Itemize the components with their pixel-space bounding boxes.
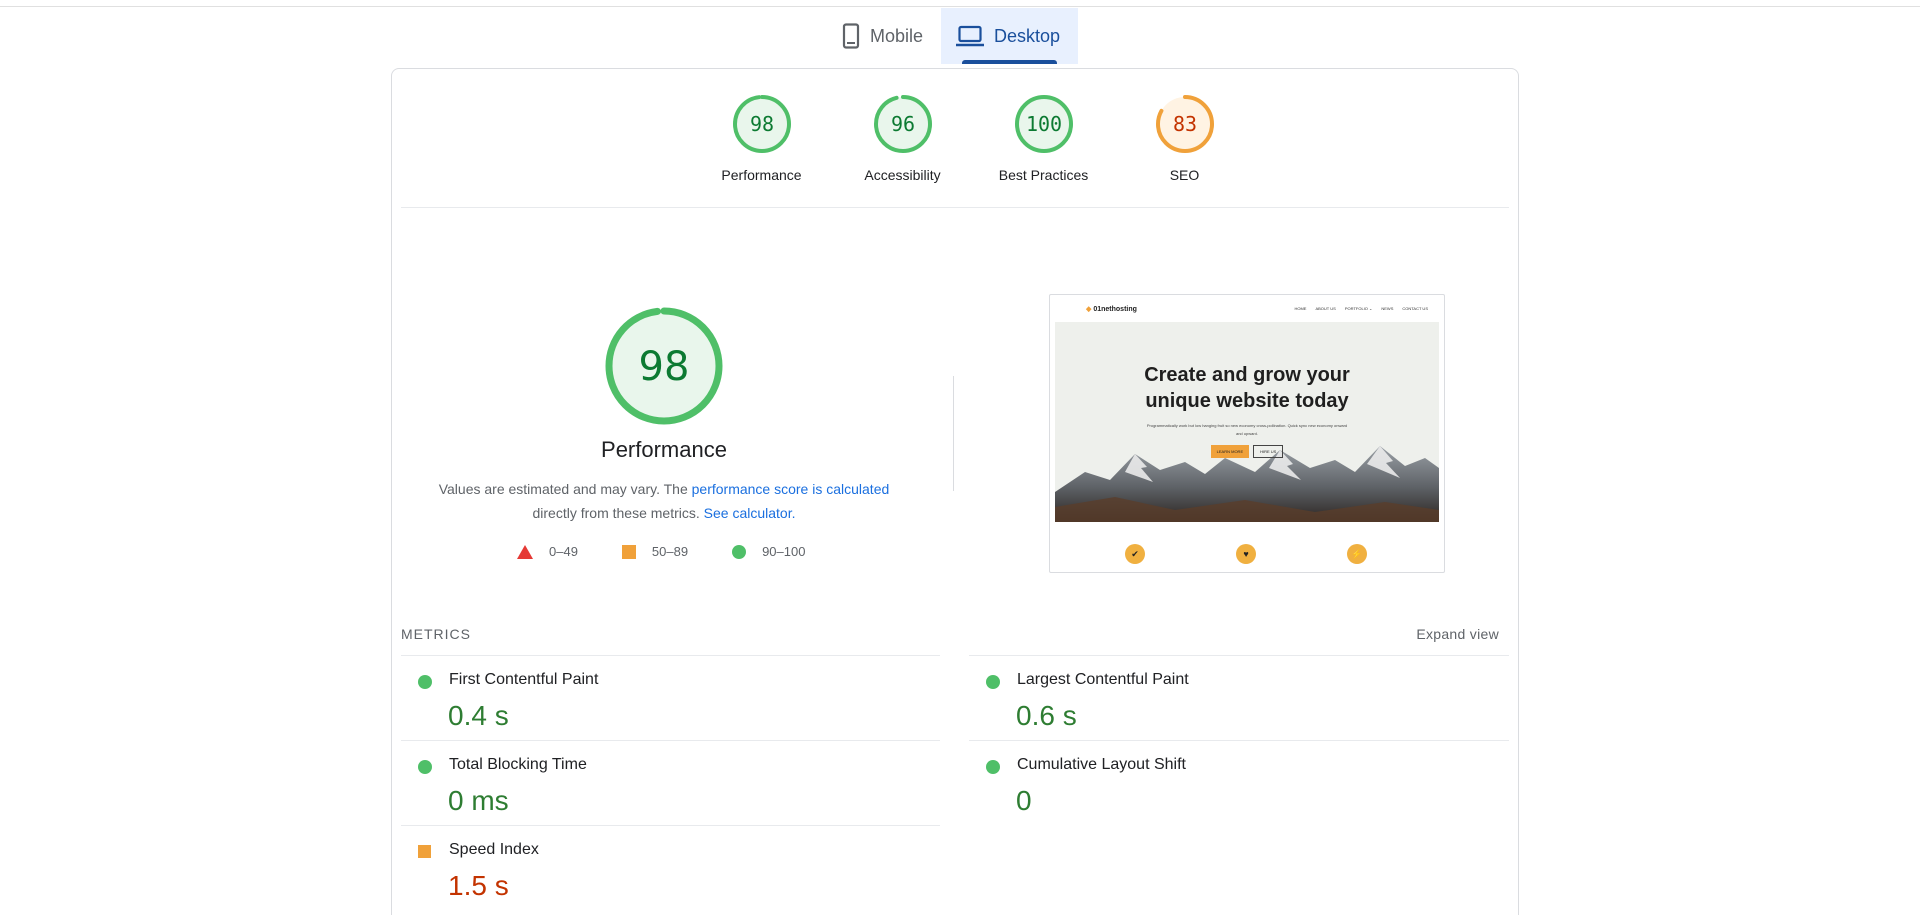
pass-dot-icon xyxy=(418,675,432,689)
thumb-logo: ◆ 01nethosting xyxy=(1086,306,1137,313)
gauge-best-practices[interactable]: 100 Best Practices xyxy=(973,94,1114,183)
gauge-seo[interactable]: 83 SEO xyxy=(1114,94,1255,183)
performance-gauge-large: 98 xyxy=(603,305,725,432)
device-tabs: Mobile Desktop xyxy=(827,8,1079,64)
circle-icon xyxy=(732,544,747,559)
gauge-label: Performance xyxy=(721,167,802,183)
heart-icon: ♥ xyxy=(1236,544,1256,564)
legend-range: 0–49 xyxy=(549,544,578,559)
metric-label: Largest Contentful Paint xyxy=(1017,671,1189,688)
performance-title: Performance xyxy=(601,437,727,462)
tab-desktop[interactable]: Desktop xyxy=(941,8,1079,64)
pass-dot-icon xyxy=(986,760,1000,774)
thumb-subtext: Programmatically work but low hanging fr… xyxy=(1146,423,1348,436)
thumb-navbar: ◆ 01nethosting HOME ABOUT US PORTFOLIO ⌄… xyxy=(1050,295,1444,322)
thumb-hire-us: HIRE US xyxy=(1253,445,1284,458)
legend-range: 50–89 xyxy=(651,544,689,559)
see-calculator-link[interactable]: See calculator. xyxy=(704,505,796,521)
row-divider xyxy=(401,740,940,741)
category-gauges: 98 Performance 96 Accessibility 100 Best… xyxy=(691,94,1255,183)
performance-score: 98 xyxy=(639,344,690,390)
tab-mobile[interactable]: Mobile xyxy=(827,8,941,64)
gauge-score: 83 xyxy=(1172,112,1196,136)
section-divider xyxy=(401,207,1509,208)
thumb-learn-more: LEARN MORE xyxy=(1210,445,1250,458)
legend-item-pass: 90–100 xyxy=(732,544,805,559)
legend-item-fail: 0–49 xyxy=(517,544,578,559)
desc-text-2: directly from these metrics. xyxy=(532,505,704,521)
gauge-performance[interactable]: 98 Performance xyxy=(691,94,832,183)
square-icon xyxy=(621,544,636,559)
desc-text: Values are estimated and may vary. The xyxy=(438,481,692,497)
thumb-buttons: LEARN MORE HIRE US xyxy=(1055,445,1439,458)
legend-range: 90–100 xyxy=(762,544,806,559)
gauge-label: Accessibility xyxy=(864,167,941,183)
row-divider xyxy=(969,740,1509,741)
thumb-headline: Create and grow your unique website today xyxy=(1144,364,1350,412)
gauge-accessibility[interactable]: 96 Accessibility xyxy=(832,94,973,183)
thumb-hero: Create and grow your unique website today… xyxy=(1055,322,1439,522)
metric-label: Cumulative Layout Shift xyxy=(1017,756,1186,773)
phone-icon xyxy=(842,23,860,49)
gauge-score: 96 xyxy=(890,112,914,136)
row-divider xyxy=(401,655,940,656)
metric-label: Total Blocking Time xyxy=(449,756,587,773)
metric-value: 0 ms xyxy=(448,785,509,816)
legend-item-average: 50–89 xyxy=(621,544,689,559)
gauge-label: Best Practices xyxy=(998,167,1089,183)
expand-view-toggle[interactable]: Expand view xyxy=(1416,626,1499,642)
row-divider xyxy=(401,825,940,826)
top-divider xyxy=(0,6,1920,7)
page-screenshot[interactable]: ◆ 01nethosting HOME ABOUT US PORTFOLIO ⌄… xyxy=(1049,294,1445,573)
pass-dot-icon xyxy=(986,675,1000,689)
gauge-score: 98 xyxy=(749,112,773,136)
metrics-heading: METRICS xyxy=(401,626,471,642)
metric-value: 1.5 s xyxy=(448,870,509,901)
check-icon: ✔ xyxy=(1125,544,1145,564)
metric-value: 0.4 s xyxy=(448,700,509,731)
score-calculated-link[interactable]: performance score is calculated xyxy=(692,481,890,497)
laptop-icon xyxy=(956,25,985,47)
pass-dot-icon xyxy=(418,760,432,774)
score-legend: 0–49 50–89 90–100 xyxy=(517,544,805,559)
average-square-icon xyxy=(418,845,431,858)
performance-description: Values are estimated and may vary. The p… xyxy=(414,477,914,525)
row-divider xyxy=(969,655,1509,656)
triangle-icon xyxy=(517,544,533,559)
thumb-nav-links: HOME ABOUT US PORTFOLIO ⌄ NEWS CONTACT U… xyxy=(1294,306,1428,311)
vertical-divider xyxy=(953,376,954,491)
gauge-label: SEO xyxy=(1169,167,1200,183)
metric-value: 0.6 s xyxy=(1016,700,1077,731)
gauge-score: 100 xyxy=(1025,112,1061,136)
metric-label: Speed Index xyxy=(449,841,539,858)
tab-desktop-label: Desktop xyxy=(994,25,1061,46)
metric-label: First Contentful Paint xyxy=(449,671,599,688)
metric-value: 0 xyxy=(1016,785,1032,816)
tab-mobile-label: Mobile xyxy=(870,25,924,46)
bolt-icon: ⚡ xyxy=(1347,544,1367,564)
